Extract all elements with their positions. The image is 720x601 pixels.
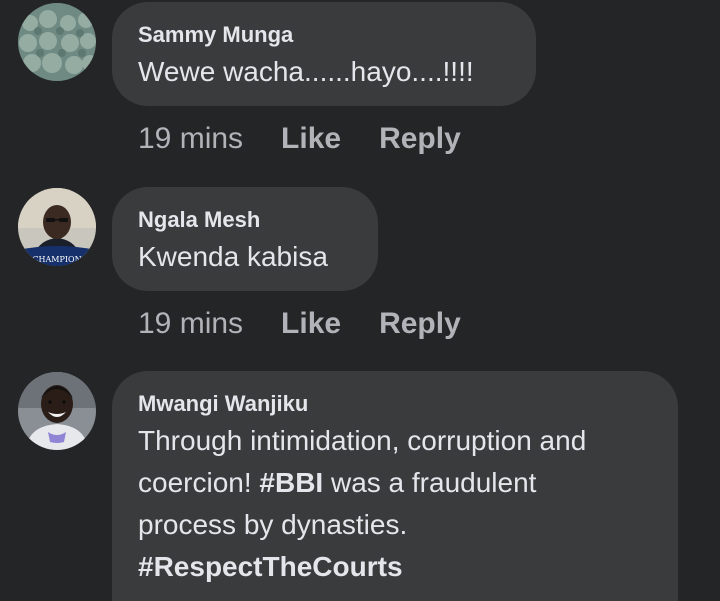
hashtag-link[interactable]: #RespectTheCourts xyxy=(138,551,403,582)
like-button[interactable]: Like xyxy=(281,307,341,341)
hashtag-link[interactable]: #BBI xyxy=(259,467,323,498)
comment-author[interactable]: Ngala Mesh xyxy=(138,207,352,233)
comment-bubble: Mwangi Wanjiku Through intimidation, cor… xyxy=(112,371,678,601)
comment-text-line: coercion! #BBI was a fraudulent xyxy=(138,463,652,503)
comment-text-segment: coercion! xyxy=(138,467,260,498)
comment-text: Kwenda kabisa xyxy=(138,241,328,272)
reply-button[interactable]: Reply xyxy=(379,122,461,156)
avatar[interactable]: CHAMPION xyxy=(18,188,96,266)
avatar-cabbage-field-icon xyxy=(18,3,96,81)
comment-actions: 19 mins Like Reply xyxy=(138,122,499,156)
avatar-man-smiling-icon xyxy=(18,372,96,450)
comment-timestamp[interactable]: 19 mins xyxy=(138,307,243,341)
comment-author[interactable]: Sammy Munga xyxy=(138,22,510,48)
avatar-man-portrait-icon: CHAMPION xyxy=(18,188,96,266)
comment-bubble: Ngala Mesh Kwenda kabisa xyxy=(112,187,378,291)
avatar-badge-text: CHAMPION xyxy=(32,255,81,264)
like-button[interactable]: Like xyxy=(281,122,341,156)
comment-item: CHAMPION Ngala Mesh Kwenda kabisa 19 min… xyxy=(0,185,720,365)
comment-text-line: Through intimidation, corruption and xyxy=(138,421,652,461)
comment-text: Wewe wacha......hayo....!!!! xyxy=(138,56,474,87)
comment-author[interactable]: Mwangi Wanjiku xyxy=(138,391,652,417)
avatar[interactable] xyxy=(18,372,96,450)
reply-button[interactable]: Reply xyxy=(379,307,461,341)
comment-text-segment: was a fraudulent xyxy=(323,467,537,498)
comment-item: Mwangi Wanjiku Through intimidation, cor… xyxy=(0,369,720,601)
comment-bubble: Sammy Munga Wewe wacha......hayo....!!!! xyxy=(112,2,536,106)
comment-item: Sammy Munga Wewe wacha......hayo....!!!!… xyxy=(0,0,720,180)
comment-actions: 19 mins Like Reply xyxy=(138,307,499,341)
comment-text-line: #RespectTheCourts xyxy=(138,547,652,587)
comment-text-line: process by dynasties. xyxy=(138,505,652,545)
comment-timestamp[interactable]: 19 mins xyxy=(138,122,243,156)
comment-text-segment: Through intimidation, corruption and xyxy=(138,425,587,456)
avatar[interactable] xyxy=(18,3,96,81)
comment-text-segment: process by dynasties. xyxy=(138,509,408,540)
